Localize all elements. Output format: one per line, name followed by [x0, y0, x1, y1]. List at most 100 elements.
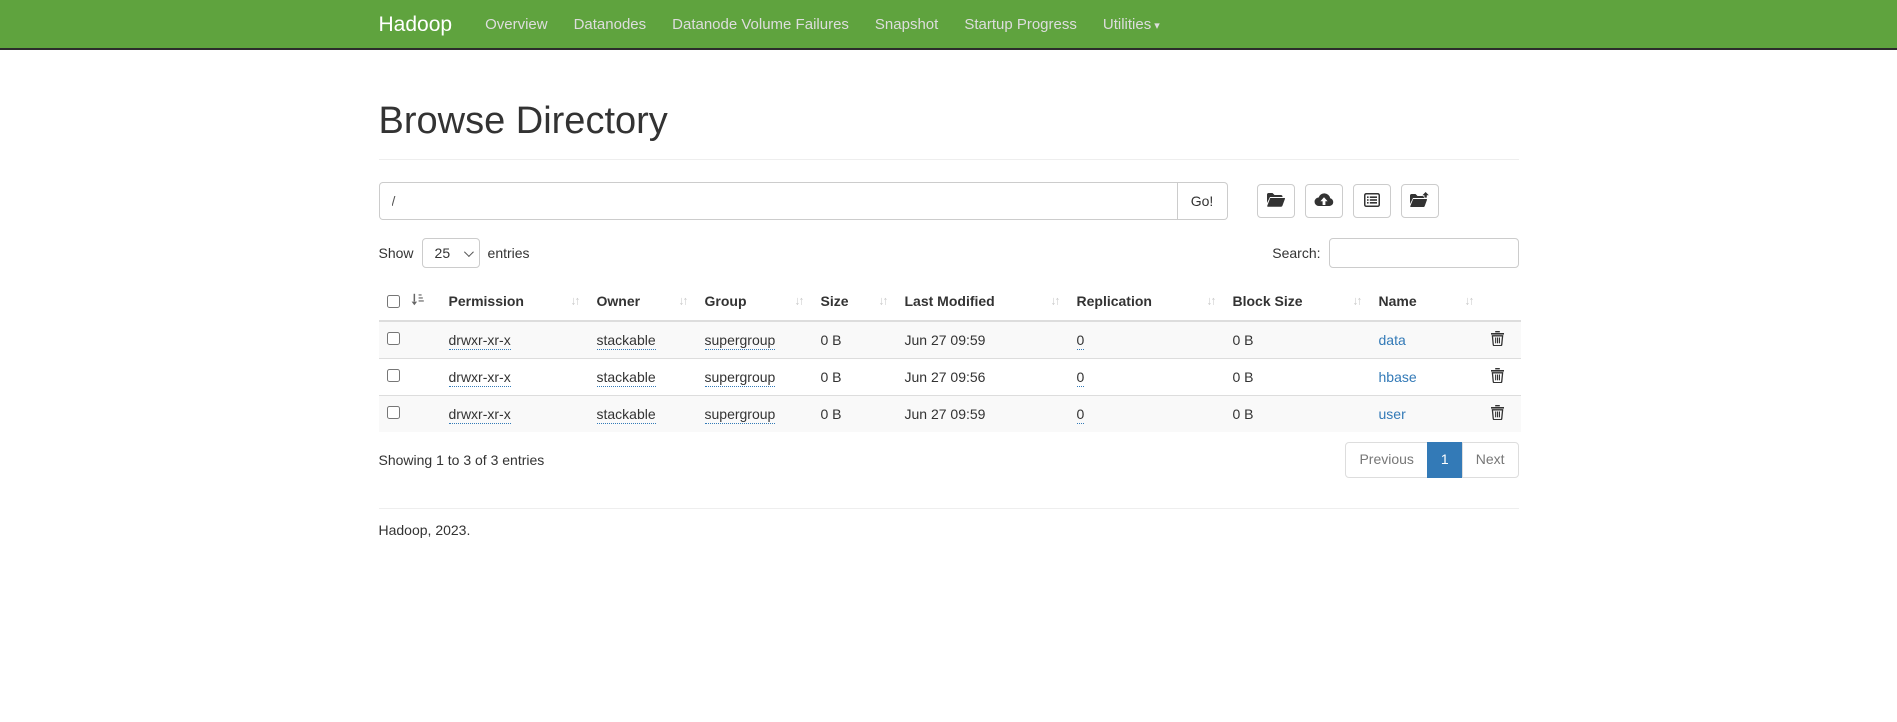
utilities-label: Utilities — [1103, 16, 1151, 33]
block-size-value: 0 B — [1233, 406, 1254, 422]
sort-icon: ↓↑ — [879, 293, 887, 307]
directory-link[interactable]: user — [1379, 406, 1406, 422]
header-last-modified[interactable]: Last Modified ↓↑ — [897, 282, 1069, 321]
table-header-row: Permission ↓↑ Owner ↓↑ Group ↓↑ Size ↓↑ … — [379, 282, 1521, 321]
header-select-all[interactable] — [379, 282, 441, 321]
row-checkbox[interactable] — [387, 406, 400, 419]
footer-divider — [379, 508, 1519, 509]
replication-value[interactable]: 0 — [1077, 332, 1085, 350]
entries-label: entries — [488, 245, 530, 261]
directory-table: Permission ↓↑ Owner ↓↑ Group ↓↑ Size ↓↑ … — [379, 282, 1521, 432]
directory-link[interactable]: hbase — [1379, 369, 1417, 385]
paste-selection-button[interactable] — [1401, 184, 1439, 218]
trash-icon — [1491, 368, 1504, 386]
table-controls: Show 25 entries Search: — [379, 238, 1519, 268]
last-modified-value: Jun 27 09:59 — [905, 332, 986, 348]
show-entries-control: Show 25 entries — [379, 238, 530, 268]
header-permission-label: Permission — [449, 293, 524, 309]
header-name[interactable]: Name ↓↑ — [1371, 282, 1483, 321]
size-value: 0 B — [821, 406, 842, 422]
delete-button[interactable] — [1491, 331, 1504, 349]
pagination-page-1[interactable]: 1 — [1427, 442, 1463, 478]
block-size-value: 0 B — [1233, 332, 1254, 348]
header-group[interactable]: Group ↓↑ — [697, 282, 813, 321]
last-modified-value: Jun 27 09:56 — [905, 369, 986, 385]
nav-item-overview[interactable]: Overview — [472, 1, 561, 49]
nav-item-startup-progress[interactable]: Startup Progress — [951, 1, 1090, 49]
owner-value[interactable]: stackable — [597, 369, 656, 387]
create-directory-button[interactable] — [1257, 184, 1295, 218]
chevron-down-icon — [463, 247, 473, 257]
pagination-next[interactable]: Next — [1462, 442, 1519, 478]
folder-move-icon — [1410, 192, 1429, 210]
nav-item-datanode-volume-failures[interactable]: Datanode Volume Failures — [659, 1, 862, 49]
owner-value[interactable]: stackable — [597, 406, 656, 424]
show-label: Show — [379, 245, 414, 261]
last-modified-value: Jun 27 09:59 — [905, 406, 986, 422]
size-value: 0 B — [821, 332, 842, 348]
footer-text: Hadoop, 2023. — [379, 522, 1519, 578]
page-size-value: 25 — [435, 245, 451, 261]
row-checkbox[interactable] — [387, 332, 400, 345]
header-group-label: Group — [705, 293, 747, 309]
page-title: Browse Directory — [379, 100, 1519, 143]
select-all-checkbox[interactable] — [387, 295, 400, 308]
header-block-size[interactable]: Block Size ↓↑ — [1225, 282, 1371, 321]
title-divider — [379, 159, 1519, 160]
delete-button[interactable] — [1491, 405, 1504, 423]
block-size-value: 0 B — [1233, 369, 1254, 385]
sort-icon: ↓↑ — [1051, 293, 1059, 307]
nav-item-utilities-dropdown[interactable]: Utilities▾ — [1090, 1, 1173, 50]
table-row: drwxr-xr-x stackable supergroup 0 B Jun … — [379, 396, 1521, 433]
group-value[interactable]: supergroup — [705, 369, 776, 387]
table-footer: Showing 1 to 3 of 3 entries Previous 1 N… — [379, 442, 1519, 478]
pagination: Previous 1 Next — [1345, 442, 1518, 478]
header-permission[interactable]: Permission ↓↑ — [441, 282, 589, 321]
navbar-brand[interactable]: Hadoop — [379, 13, 453, 37]
pagination-previous[interactable]: Previous — [1345, 442, 1427, 478]
path-bar: Go! — [379, 182, 1519, 220]
group-value[interactable]: supergroup — [705, 332, 776, 350]
header-replication-label: Replication — [1077, 293, 1152, 309]
caret-down-icon: ▾ — [1154, 20, 1160, 32]
nav-item-snapshot[interactable]: Snapshot — [862, 1, 951, 49]
nav-item-datanodes[interactable]: Datanodes — [561, 1, 660, 49]
search-control: Search: — [1272, 238, 1518, 268]
header-replication[interactable]: Replication ↓↑ — [1069, 282, 1225, 321]
directory-path-input[interactable] — [379, 182, 1178, 220]
sort-icon: ↓↑ — [1207, 293, 1215, 307]
sort-icon: ↓↑ — [571, 293, 579, 307]
header-size[interactable]: Size ↓↑ — [813, 282, 897, 321]
header-last-modified-label: Last Modified — [905, 293, 995, 309]
permission-value[interactable]: drwxr-xr-x — [449, 406, 511, 424]
header-actions — [1483, 282, 1521, 321]
trash-icon — [1491, 405, 1504, 423]
path-input-group: Go! — [379, 182, 1228, 220]
group-value[interactable]: supergroup — [705, 406, 776, 424]
go-button[interactable]: Go! — [1178, 182, 1228, 220]
folder-open-icon — [1267, 193, 1285, 210]
main-content: Browse Directory Go! — [364, 100, 1534, 578]
permission-value[interactable]: drwxr-xr-x — [449, 369, 511, 387]
explorer-action-buttons — [1257, 182, 1439, 218]
row-checkbox[interactable] — [387, 369, 400, 382]
sort-asc-icon — [410, 293, 424, 309]
search-input[interactable] — [1329, 238, 1519, 268]
table-row: drwxr-xr-x stackable supergroup 0 B Jun … — [379, 359, 1521, 396]
delete-button[interactable] — [1491, 368, 1504, 386]
upload-file-button[interactable] — [1305, 184, 1343, 218]
header-owner[interactable]: Owner ↓↑ — [589, 282, 697, 321]
permission-value[interactable]: drwxr-xr-x — [449, 332, 511, 350]
header-name-label: Name — [1379, 293, 1417, 309]
directory-link[interactable]: data — [1379, 332, 1406, 348]
page-size-select[interactable]: 25 — [422, 238, 480, 268]
header-block-size-label: Block Size — [1233, 293, 1303, 309]
trash-icon — [1491, 331, 1504, 349]
replication-value[interactable]: 0 — [1077, 369, 1085, 387]
owner-value[interactable]: stackable — [597, 332, 656, 350]
cut-selection-button[interactable] — [1353, 184, 1391, 218]
list-alt-icon — [1364, 193, 1380, 210]
header-size-label: Size — [821, 293, 849, 309]
replication-value[interactable]: 0 — [1077, 406, 1085, 424]
sort-icon: ↓↑ — [1465, 293, 1473, 307]
